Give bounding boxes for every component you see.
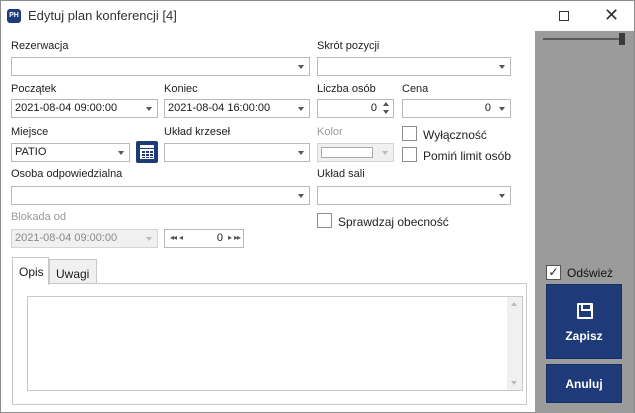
first-prev-icon[interactable]: ◂◂	[170, 233, 177, 242]
sprawdzaj-obecnosc-label: Sprawdzaj obecność	[338, 215, 449, 229]
blokada-od-label: Blokada od	[11, 211, 67, 223]
uklad-krzesel-dropdown[interactable]	[164, 143, 310, 162]
chevron-down-icon	[499, 194, 505, 198]
cena-dropdown[interactable]: 0	[402, 99, 511, 118]
tab-uwagi[interactable]: Uwagi	[49, 259, 97, 285]
close-button[interactable]: ✕	[588, 1, 634, 31]
koniec-label: Koniec	[164, 83, 198, 95]
koniec-value: 2021-08-04 16:00:00	[168, 102, 271, 114]
wylacznosc-label: Wyłączność	[423, 128, 487, 142]
scroll-down-icon[interactable]	[511, 381, 517, 385]
cena-value: 0	[484, 102, 491, 114]
sprawdzaj-obecnosc-checkbox[interactable]	[317, 213, 332, 228]
chevron-down-icon	[298, 107, 304, 111]
last-next-icon[interactable]: ▸▸	[234, 233, 241, 242]
spin-up-icon[interactable]	[383, 102, 389, 106]
skrot-pozycji-dropdown[interactable]	[317, 57, 511, 76]
action-sidebar: ✓ Odśwież Zapisz Anuluj	[535, 31, 634, 413]
blokada-od-spin-value: 0	[216, 232, 223, 244]
odswiez-checkbox[interactable]: ✓	[546, 265, 561, 280]
calendar-grid-icon	[140, 149, 154, 159]
poczatek-datetime-picker[interactable]: 2021-08-04 09:00:00	[11, 99, 158, 118]
floppy-disk-icon	[577, 303, 593, 319]
slider-thumb[interactable]	[619, 33, 625, 45]
blokada-od-datetime-picker[interactable]: 2021-08-04 09:00:00	[11, 229, 158, 248]
skrot-pozycji-label: Skrót pozycji	[317, 40, 380, 52]
koniec-datetime-picker[interactable]: 2021-08-04 16:00:00	[164, 99, 310, 118]
miejsce-value: PATIO	[15, 146, 47, 158]
pomin-limit-checkbox[interactable]	[402, 147, 417, 162]
poczatek-label: Początek	[11, 83, 57, 95]
chevron-down-icon	[298, 194, 304, 198]
close-icon: ✕	[604, 5, 620, 25]
kolor-label: Kolor	[317, 126, 343, 138]
maximize-icon	[559, 11, 569, 21]
cena-label: Cena	[402, 83, 429, 95]
liczba-osob-value: 0	[370, 102, 377, 114]
save-button[interactable]: Zapisz	[546, 284, 622, 359]
tab-panel-opis	[12, 283, 527, 405]
maximize-button[interactable]	[541, 1, 587, 31]
miejsce-label: Miejsce	[11, 126, 49, 138]
uklad-sali-dropdown[interactable]	[317, 186, 511, 205]
liczba-osob-label: Liczba osób	[317, 83, 376, 95]
wylacznosc-checkbox[interactable]	[402, 126, 417, 141]
liczba-osob-stepper[interactable]: 0	[317, 99, 394, 118]
poczatek-value: 2021-08-04 09:00:00	[15, 102, 118, 114]
opis-textarea[interactable]	[27, 296, 523, 391]
calendar-button[interactable]	[136, 141, 158, 163]
scroll-up-icon[interactable]	[511, 302, 517, 306]
chevron-down-icon	[146, 107, 152, 111]
calendar-icon	[140, 145, 154, 148]
app-logo-icon: PH	[7, 9, 21, 23]
chevron-down-icon	[298, 151, 304, 155]
cancel-button[interactable]: Anuluj	[546, 364, 622, 403]
chevron-down-icon	[146, 237, 152, 241]
chevron-down-icon	[499, 65, 505, 69]
blokada-od-stepper[interactable]: ◂◂ ◂ 0 ▸ ▸▸	[164, 229, 244, 248]
save-button-label: Zapisz	[565, 329, 603, 343]
uklad-krzesel-label: Układ krzeseł	[164, 126, 231, 138]
pomin-limit-label: Pomiń limit osób	[423, 149, 512, 163]
blokada-od-value: 2021-08-04 09:00:00	[15, 232, 118, 244]
odswiez-label: Odśwież	[567, 266, 614, 280]
title-bar[interactable]: PH Edytuj plan konferencji [4] ✕	[1, 1, 634, 31]
miejsce-dropdown[interactable]: PATIO	[11, 143, 130, 162]
next-icon[interactable]: ▸	[228, 233, 232, 242]
window-title: Edytuj plan konferencji [4]	[28, 8, 177, 23]
chevron-down-icon	[298, 65, 304, 69]
cancel-button-label: Anuluj	[565, 377, 603, 391]
vertical-scrollbar[interactable]	[507, 297, 522, 390]
dialog-window: PH Edytuj plan konferencji [4] ✕ Rezerwa…	[0, 0, 635, 413]
chevron-down-icon	[118, 151, 124, 155]
uklad-sali-label: Układ sali	[317, 168, 365, 180]
prev-icon[interactable]: ◂	[179, 233, 183, 242]
osoba-odpowiedzialna-label: Osoba odpowiedzialna	[11, 168, 123, 180]
osoba-odpowiedzialna-dropdown[interactable]	[11, 186, 310, 205]
tab-opis[interactable]: Opis	[12, 257, 49, 285]
chevron-down-icon	[499, 107, 505, 111]
color-swatch	[321, 147, 373, 158]
slider-track[interactable]	[543, 38, 623, 40]
chevron-down-icon	[382, 151, 388, 155]
kolor-color-picker[interactable]	[317, 143, 394, 162]
spin-down-icon[interactable]	[383, 110, 389, 114]
rezerwacja-dropdown[interactable]	[11, 57, 310, 76]
rezerwacja-label: Rezerwacja	[11, 40, 69, 52]
